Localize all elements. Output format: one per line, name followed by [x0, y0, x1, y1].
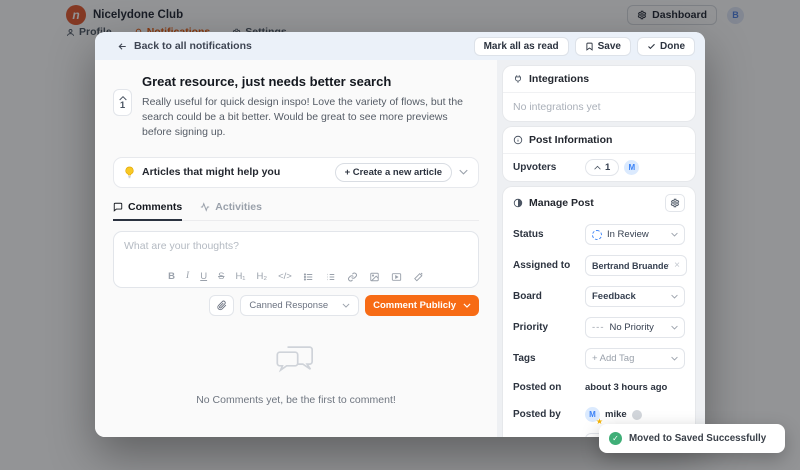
attach-button[interactable]: [209, 294, 235, 316]
manage-post-card: Manage Post Status In Review Assigned to…: [503, 187, 695, 437]
post-description: Really useful for quick design inspo! Lo…: [142, 96, 464, 139]
magic-wand-icon[interactable]: [413, 272, 424, 282]
underline-button[interactable]: U: [200, 272, 207, 282]
create-article-button[interactable]: + Create a new article: [334, 162, 452, 182]
priority-label: Priority: [513, 322, 549, 333]
posted-by-label: Posted by: [513, 409, 561, 420]
italic-button[interactable]: I: [186, 271, 189, 282]
member-badge-icon: [631, 409, 642, 420]
paperclip-icon: [217, 300, 227, 311]
chevron-down-icon[interactable]: [459, 169, 468, 175]
comment-input[interactable]: [114, 231, 478, 266]
half-circle-icon: [513, 198, 523, 208]
chevron-down-icon: [463, 303, 471, 308]
modal-header-actions: Mark all as read Save Done: [473, 36, 695, 56]
post-information-header: Post Information: [503, 127, 695, 154]
ordered-list-icon[interactable]: [325, 272, 336, 282]
suggested-articles-card: Articles that might help you + Create a …: [113, 156, 479, 188]
post-title: Great resource, just needs better search: [142, 74, 392, 89]
code-button[interactable]: </>: [278, 272, 292, 282]
upvote-button[interactable]: 1: [113, 89, 132, 116]
heading2-button[interactable]: H₂: [257, 272, 268, 282]
add-tag-select[interactable]: + Add Tag: [585, 348, 685, 369]
integrations-header: Integrations: [503, 66, 695, 93]
integrations-card: Integrations No integrations yet: [503, 66, 695, 121]
chevron-down-icon: [671, 356, 678, 361]
comments-empty-state: No Comments yet, be the first to comment…: [113, 342, 479, 406]
save-button[interactable]: Save: [574, 36, 631, 56]
heading1-button[interactable]: H₁: [235, 272, 245, 282]
comment-editor: B I U S H₁ H₂ </>: [113, 230, 479, 288]
comment-bubble-icon: [113, 202, 123, 212]
chevron-down-icon: [671, 294, 678, 299]
upvote-count-pill[interactable]: 1: [585, 159, 620, 176]
mark-all-read-button[interactable]: Mark all as read: [473, 36, 569, 56]
author-avatar[interactable]: M ★: [585, 407, 603, 426]
upvoter-avatar[interactable]: M: [624, 160, 640, 175]
status-select[interactable]: In Review: [585, 224, 685, 245]
chevron-down-icon: [342, 303, 350, 308]
priority-select[interactable]: --- No Priority: [585, 317, 685, 338]
comment-publicly-button[interactable]: Comment Publicly: [365, 294, 479, 316]
status-label: Status: [513, 229, 544, 240]
posted-by-value: M ★ mike: [585, 407, 685, 426]
tags-label: Tags: [513, 353, 536, 364]
suggested-articles-label: Articles that might help you: [142, 166, 281, 179]
chevron-up-icon: [594, 165, 601, 170]
tab-activities[interactable]: Activities: [200, 201, 262, 220]
tab-comments[interactable]: Comments: [113, 201, 183, 221]
arrow-left-icon: [117, 41, 128, 52]
notification-detail-modal: Back to all notifications Mark all as re…: [95, 32, 705, 437]
modal-header: Back to all notifications Mark all as re…: [95, 32, 705, 60]
upvoters-label: Upvoters: [513, 162, 557, 173]
clear-assignee-button[interactable]: ×: [674, 260, 680, 271]
canned-response-select[interactable]: Canned Response: [240, 294, 360, 316]
success-toast: ✓ Moved to Saved Successfully: [599, 424, 785, 453]
no-integrations-text: No integrations yet: [513, 101, 601, 113]
bookmark-save-icon: [585, 42, 594, 51]
empty-comments-text: No Comments yet, be the first to comment…: [196, 393, 396, 406]
chevron-down-icon: [671, 232, 678, 237]
chat-bubbles-icon: [275, 342, 317, 376]
comment-actions: Canned Response Comment Publicly: [113, 294, 479, 316]
status-in-review-icon: [592, 229, 602, 240]
done-button[interactable]: Done: [637, 36, 695, 56]
strikethrough-button[interactable]: S: [218, 272, 224, 282]
posted-on-label: Posted on: [513, 382, 562, 393]
plug-icon: [513, 74, 523, 84]
post-information-card: Post Information Upvoters 1 M: [503, 127, 695, 181]
success-check-icon: ✓: [609, 432, 622, 445]
lightbulb-icon: [124, 166, 135, 179]
info-icon: [513, 135, 523, 145]
no-priority-dashes: ---: [592, 322, 605, 333]
vote-count: 1: [119, 99, 126, 111]
formatting-toolbar: B I U S H₁ H₂ </>: [114, 271, 478, 282]
chevron-down-icon: [671, 325, 678, 330]
toast-message: Moved to Saved Successfully: [629, 433, 767, 444]
activity-pulse-icon: [200, 202, 210, 212]
back-to-notifications-link[interactable]: Back to all notifications: [117, 40, 252, 52]
comment-tabs: Comments Activities: [113, 201, 479, 221]
link-icon[interactable]: [347, 272, 358, 282]
image-icon[interactable]: [369, 272, 380, 282]
board-select[interactable]: Feedback: [585, 286, 685, 307]
board-label: Board: [513, 291, 542, 302]
posted-on-value: about 3 hours ago: [585, 382, 668, 393]
bold-button[interactable]: B: [168, 272, 175, 282]
manage-settings-button[interactable]: [665, 194, 685, 212]
manage-post-header: Manage Post: [503, 187, 695, 219]
assigned-to-field[interactable]: Bertrand Bruandet ×: [585, 255, 687, 276]
assigned-to-label: Assigned to: [513, 260, 571, 271]
video-icon[interactable]: [391, 272, 402, 282]
post-detail-panel: 1 Great resource, just needs better sear…: [95, 60, 497, 437]
bullet-list-icon[interactable]: [303, 272, 314, 282]
post-sidebar: Integrations No integrations yet Post In…: [497, 60, 705, 437]
check-icon: [647, 42, 656, 51]
